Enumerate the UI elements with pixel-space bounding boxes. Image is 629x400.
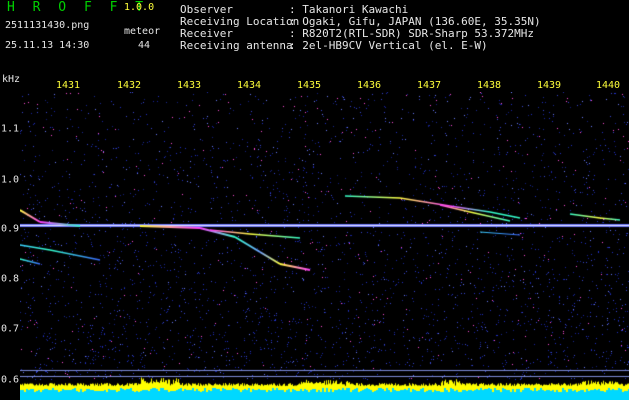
meteor-count: 44 [138, 40, 151, 51]
x-tick-1431: 1431 [55, 80, 81, 91]
x-tick-1440: 1440 [595, 80, 621, 91]
x-tick-1432: 1432 [116, 80, 142, 91]
y-tick-0-9: 0.9 [1, 223, 20, 235]
x-tick-1436: 1436 [356, 80, 382, 91]
app-version: 1.0.0 [124, 2, 155, 13]
file-name: 2511131430.png [5, 20, 90, 31]
y-axis-unit: kHz [2, 74, 21, 85]
meteor-label: meteor [124, 26, 161, 37]
y-tick-0-7: 0.7 [1, 323, 20, 335]
capture-datetime: 25.11.13 14:30 [5, 40, 90, 51]
y-tick-0-6: 0.6 [1, 374, 20, 386]
spectrogram-plot [20, 92, 629, 400]
y-tick-1-1: 1.1 [1, 123, 20, 135]
header-panel: H R O F F T 1.0.0 2511131430.png meteor … [0, 0, 629, 74]
x-tick-1433: 1433 [176, 80, 202, 91]
antenna-value: : 2el-HB9CV Vertical (el. E-W) [289, 39, 488, 52]
y-tick-1-0: 1.0 [1, 174, 20, 186]
antenna-label: Receiving antenna [180, 39, 293, 52]
y-tick-0-8: 0.8 [1, 273, 20, 285]
x-tick-1437: 1437 [416, 80, 442, 91]
x-tick-1438: 1438 [476, 80, 502, 91]
x-tick-1439: 1439 [536, 80, 562, 91]
x-tick-1434: 1434 [236, 80, 262, 91]
x-tick-1435: 1435 [296, 80, 322, 91]
